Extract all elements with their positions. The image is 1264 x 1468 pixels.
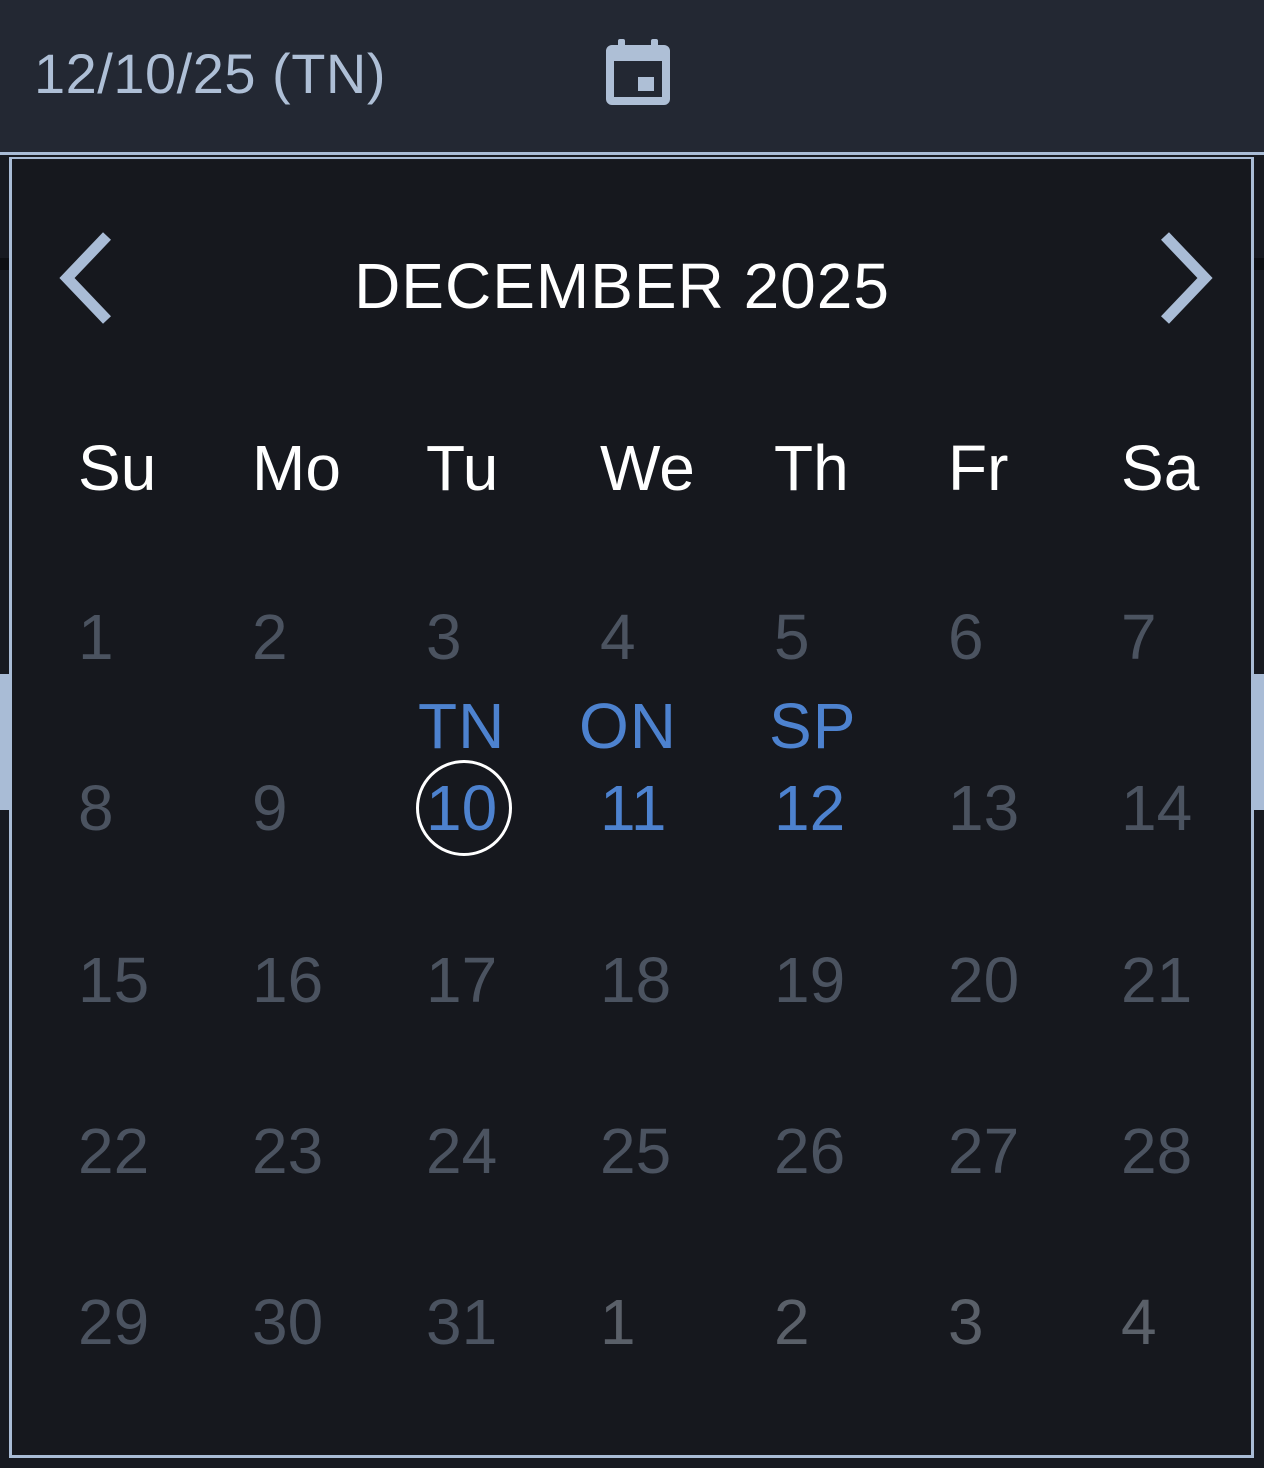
day-cell[interactable]: 14 (1121, 773, 1192, 843)
day-cell[interactable]: 20 (948, 945, 1019, 1015)
calendar-popup: DECEMBER 2025 Su Mo Tu We Th Fr Sa 1 2 3… (9, 157, 1254, 1458)
month-title: DECEMBER 2025 (354, 250, 890, 322)
date-input[interactable]: 12/10/25 (TN) (0, 0, 1264, 155)
day-cell-next-month[interactable]: 3 (948, 1287, 984, 1357)
date-input-value[interactable]: 12/10/25 (TN) (34, 42, 386, 106)
next-month-button[interactable] (1140, 223, 1230, 333)
day-cell[interactable]: 19 (774, 945, 845, 1015)
day-cell[interactable]: 18 (600, 945, 671, 1015)
day-cell-next-month[interactable]: 2 (774, 1287, 810, 1357)
day-cell[interactable]: 4 (600, 602, 636, 672)
day-cell[interactable]: 26 (774, 1116, 845, 1186)
day-cell[interactable]: 5 (774, 602, 810, 672)
day-cell[interactable]: 16 (252, 945, 323, 1015)
weekday-we: We (600, 432, 695, 504)
chevron-right-icon (1161, 232, 1213, 324)
day-cell[interactable]: 6 (948, 602, 984, 672)
day-label-sp: SP (769, 690, 857, 762)
day-cell-active[interactable]: 12 (774, 773, 845, 843)
day-cell[interactable]: 8 (78, 773, 114, 843)
weekday-tu: Tu (426, 432, 499, 504)
day-cell-next-month[interactable]: 1 (600, 1287, 636, 1357)
day-cell[interactable]: 23 (252, 1116, 323, 1186)
day-cell[interactable]: 3 (426, 602, 462, 672)
day-cell[interactable]: 2 (252, 602, 288, 672)
day-cell[interactable]: 27 (948, 1116, 1019, 1186)
day-cell[interactable]: 21 (1121, 945, 1192, 1015)
day-cell-next-month[interactable]: 4 (1121, 1287, 1157, 1357)
day-cell[interactable]: 31 (426, 1287, 497, 1357)
calendar-toggle-button[interactable] (596, 30, 680, 114)
day-cell-active[interactable]: 11 (600, 773, 666, 843)
day-cell-selected[interactable]: 10 (426, 773, 497, 843)
weekday-sa: Sa (1121, 432, 1200, 504)
day-cell[interactable]: 15 (78, 945, 149, 1015)
calendar-event-icon (606, 39, 670, 105)
weekday-th: Th (774, 432, 849, 504)
day-cell[interactable]: 17 (426, 945, 497, 1015)
day-label-on: ON (579, 690, 677, 762)
day-cell[interactable]: 29 (78, 1287, 149, 1357)
day-cell[interactable]: 25 (600, 1116, 671, 1186)
day-cell[interactable]: 22 (78, 1116, 149, 1186)
day-cell[interactable]: 13 (948, 773, 1019, 843)
day-cell[interactable]: 28 (1121, 1116, 1192, 1186)
day-cell[interactable]: 9 (252, 773, 288, 843)
day-cell[interactable]: 30 (252, 1287, 323, 1357)
day-cell[interactable]: 7 (1121, 602, 1157, 672)
weekday-su: Su (78, 432, 157, 504)
weekday-mo: Mo (252, 432, 341, 504)
day-cell[interactable]: 24 (426, 1116, 497, 1186)
day-cell[interactable]: 1 (78, 602, 114, 672)
weekday-fr: Fr (948, 432, 1009, 504)
day-label-tn: TN (418, 690, 506, 762)
